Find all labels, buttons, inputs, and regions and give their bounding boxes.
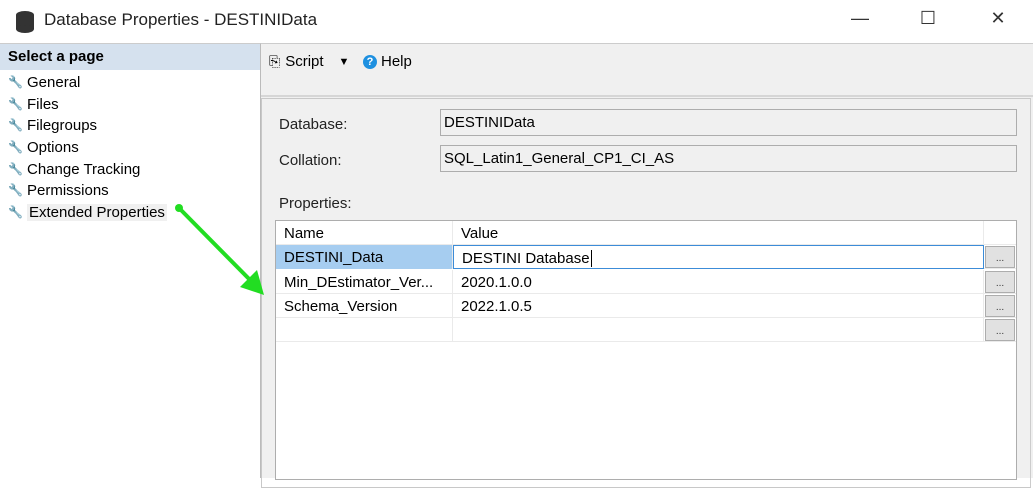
wrench-icon: 🔧 <box>8 118 23 132</box>
maximize-button[interactable]: ☐ <box>913 8 943 34</box>
sidebar-item-filegroups[interactable]: 🔧 Filegroups <box>8 115 97 135</box>
name-cell[interactable] <box>276 318 453 342</box>
name-cell[interactable]: DESTINI_Data <box>276 245 453 269</box>
minimize-button[interactable]: — <box>845 8 875 34</box>
close-button[interactable]: ✕ <box>983 8 1013 34</box>
text-cursor <box>590 250 592 267</box>
database-field[interactable]: DESTINIData <box>440 109 1017 136</box>
ellipsis-button[interactable]: ... <box>985 271 1015 293</box>
wrench-icon: 🔧 <box>8 162 23 176</box>
script-button[interactable]: ⎘ Script ▼ <box>269 53 349 70</box>
database-icon <box>16 11 34 33</box>
database-label: Database: <box>279 116 348 133</box>
help-button[interactable]: ? Help <box>363 53 412 70</box>
title-bar: Database Properties - DESTINIData — ☐ ✕ <box>0 0 1033 43</box>
help-icon: ? <box>363 54 377 69</box>
table-row-new[interactable]: ... <box>276 318 1016 342</box>
wrench-icon: 🔧 <box>8 97 23 111</box>
sidebar-item-general[interactable]: 🔧 General <box>8 72 80 92</box>
value-cell[interactable]: 2022.1.0.5 <box>453 294 984 318</box>
sidebar-item-files[interactable]: 🔧 Files <box>8 94 59 114</box>
window-title: Database Properties - DESTINIData <box>44 10 318 29</box>
value-cell-editing[interactable]: DESTINI Database <box>453 245 984 269</box>
value-cell[interactable] <box>453 318 984 342</box>
sidebar-item-options[interactable]: 🔧 Options <box>8 137 79 157</box>
value-cell[interactable]: 2020.1.0.0 <box>453 270 984 294</box>
ellipsis-button[interactable]: ... <box>985 295 1015 317</box>
name-cell[interactable]: Min_DEstimator_Ver... <box>276 270 453 294</box>
wrench-icon: 🔧 <box>8 140 23 154</box>
script-icon: ⎘ <box>269 53 281 69</box>
grid-header: Name Value <box>276 221 1016 245</box>
collation-field[interactable]: SQL_Latin1_General_CP1_CI_AS <box>440 145 1017 172</box>
collation-label: Collation: <box>279 152 342 169</box>
dropdown-arrow-icon[interactable]: ▼ <box>339 56 350 68</box>
properties-label: Properties: <box>279 195 352 212</box>
properties-grid: Name Value DESTINI_Data DESTINI Database… <box>275 220 1017 480</box>
sidebar-item-change-tracking[interactable]: 🔧 Change Tracking <box>8 159 140 179</box>
ellipsis-button[interactable]: ... <box>985 319 1015 341</box>
column-header-value[interactable]: Value <box>453 221 984 245</box>
name-cell[interactable]: Schema_Version <box>276 294 453 318</box>
ellipsis-button[interactable]: ... <box>985 246 1015 268</box>
sidebar-item-permissions[interactable]: 🔧 Permissions <box>8 180 109 200</box>
table-row[interactable]: Min_DEstimator_Ver... 2020.1.0.0 ... <box>276 270 1016 294</box>
page-selector: Select a page 🔧 General 🔧 Files 🔧 Filegroup… <box>0 43 261 478</box>
toolbar: ⎘ Script ▼ ? Help <box>261 44 1033 97</box>
table-row[interactable]: Schema_Version 2022.1.0.5 ... <box>276 294 1016 318</box>
table-row[interactable]: DESTINI_Data DESTINI Database ... <box>276 245 1016 269</box>
sidebar-item-extended-properties[interactable]: 🔧 Extended Properties <box>8 202 167 222</box>
wrench-icon: 🔧 <box>8 75 23 89</box>
select-page-header: Select a page <box>0 44 260 70</box>
wrench-icon: 🔧 <box>8 183 23 197</box>
wrench-icon: 🔧 <box>8 205 23 219</box>
column-header-name[interactable]: Name <box>276 221 453 245</box>
